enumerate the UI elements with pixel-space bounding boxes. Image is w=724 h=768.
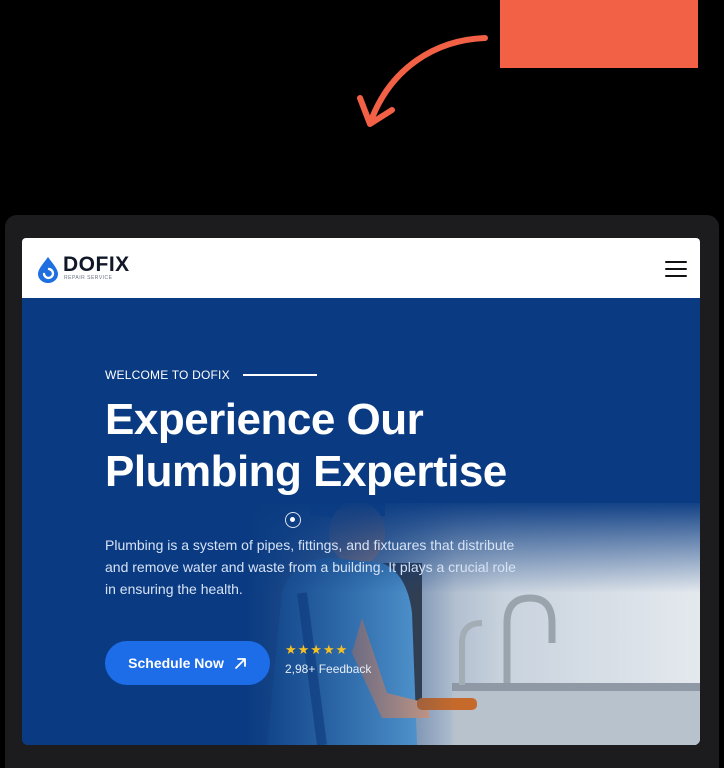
hero-content: WELCOME TO DOFIX Experience Our Plumbing…: [105, 368, 625, 600]
eyebrow-divider: [242, 374, 317, 376]
water-drop-icon: [38, 257, 58, 283]
hero-eyebrow-text: WELCOME TO DOFIX: [105, 368, 230, 382]
hero-description: Plumbing is a system of pipes, fittings,…: [105, 537, 516, 597]
hero-title-line-1: Experience Our: [105, 395, 424, 444]
schedule-now-label: Schedule Now: [128, 655, 224, 671]
website-screen: DOFIX REPAIR SERVICE WELCOME TO DOFIX Ex…: [22, 238, 700, 745]
logo-name: DOFIX: [63, 253, 130, 276]
hero-title-line-2: Plumbing Expertise: [105, 447, 507, 496]
rating-block: ★★★★★ 2,98+ Feedback: [285, 642, 371, 676]
hamburger-icon[interactable]: [663, 260, 687, 278]
feedback-count: 2,98+ Feedback: [285, 662, 372, 676]
play-indicator-icon[interactable]: [285, 512, 301, 528]
hero-title: Experience Our Plumbing Expertise: [105, 394, 625, 498]
arrow-up-right-icon: [234, 657, 247, 670]
annotation-callout-box: [500, 0, 698, 68]
schedule-now-button[interactable]: Schedule Now: [105, 641, 270, 685]
star-rating-icon: ★★★★★: [285, 642, 349, 657]
annotation-arrow-icon: [357, 35, 488, 127]
hero-eyebrow: WELCOME TO DOFIX: [105, 368, 625, 382]
logo-tagline: REPAIR SERVICE: [64, 275, 113, 281]
site-header: DOFIX REPAIR SERVICE: [22, 238, 700, 298]
